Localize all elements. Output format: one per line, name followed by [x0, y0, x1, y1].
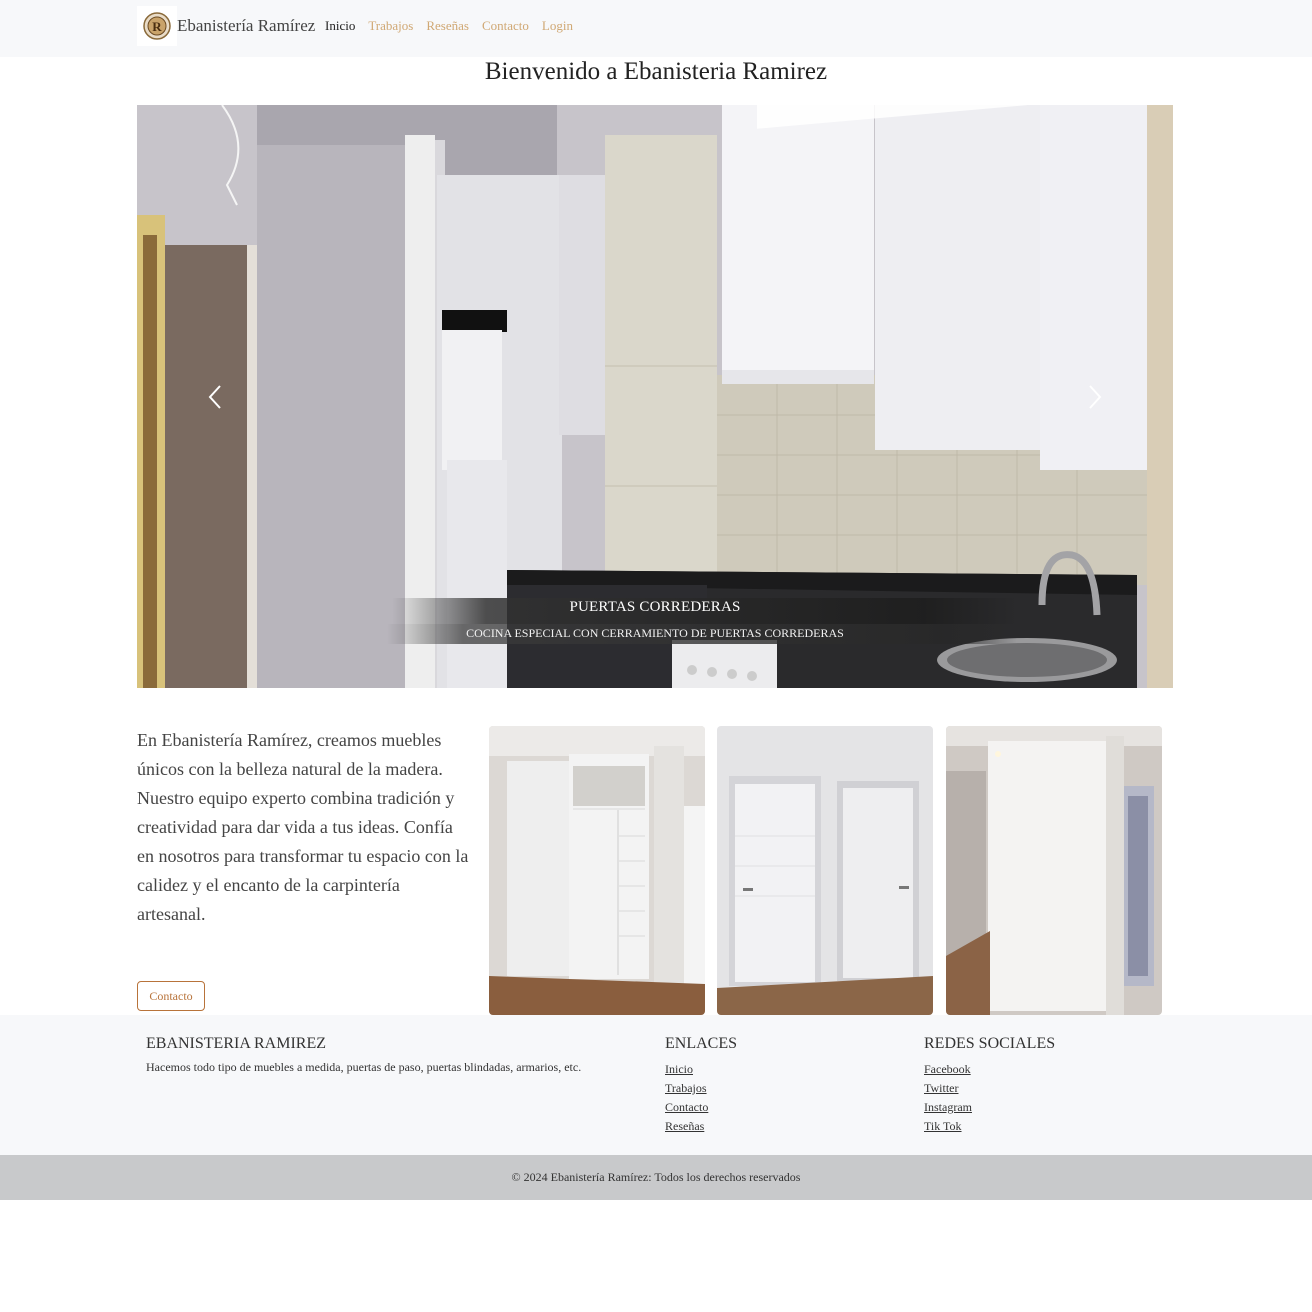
footer-link-tiktok[interactable]: Tik Tok [924, 1119, 962, 1133]
footer-link-instagram[interactable]: Instagram [924, 1100, 972, 1114]
nav-item-contacto[interactable]: Contacto [482, 18, 529, 34]
footer-social: REDES SOCIALES Facebook Twitter Instagra… [924, 1035, 1174, 1136]
carousel-prev-button[interactable] [195, 375, 235, 419]
footer-link-trabajos[interactable]: Trabajos [665, 1081, 707, 1095]
footer: EBANISTERIA RAMIREZ Hacemos todo tipo de… [0, 1015, 1312, 1155]
nav-item-login[interactable]: Login [542, 18, 573, 34]
footer-about-text: Hacemos todo tipo de muebles a medida, p… [146, 1060, 582, 1074]
nav-item-inicio[interactable]: Inicio [325, 18, 355, 34]
main-nav: Inicio Trabajos Reseñas Contacto Login [325, 18, 586, 34]
footer-links: ENLACES Inicio Trabajos Contacto Reseñas [665, 1035, 865, 1136]
nav-item-resenas[interactable]: Reseñas [426, 18, 469, 34]
footer-links-title: ENLACES [665, 1035, 737, 1052]
brand-name: Ebanistería Ramírez [177, 16, 316, 35]
footer-link-inicio[interactable]: Inicio [665, 1062, 693, 1076]
navbar: R Ebanistería Ramírez Inicio Trabajos Re… [0, 0, 1312, 57]
about-text: En Ebanistería Ramírez, creamos muebles … [137, 730, 469, 924]
footer-link-contacto[interactable]: Contacto [665, 1100, 708, 1114]
carousel-caption-subtitle: COCINA ESPECIAL CON CERRAMIENTO DE PUERT… [466, 626, 844, 640]
hero-carousel[interactable]: PUERTAS CORREDERAS COCINA ESPECIAL CON C… [137, 105, 1173, 688]
footer-link-facebook[interactable]: Facebook [924, 1062, 971, 1076]
carousel-next-button[interactable] [1075, 375, 1115, 419]
footer-about: EBANISTERIA RAMIREZ Hacemos todo tipo de… [146, 1035, 646, 1075]
footer-link-twitter[interactable]: Twitter [924, 1081, 958, 1095]
chevron-left-icon [208, 385, 221, 409]
gallery-image-closet[interactable] [946, 726, 1162, 1015]
gallery-image-wardrobe[interactable] [489, 726, 705, 1015]
carousel-caption-title: PUERTAS CORREDERAS [569, 599, 741, 615]
contact-button[interactable]: Contacto [137, 981, 205, 1011]
copyright-bar: © 2024 Ebanistería Ramírez: Todos los de… [0, 1155, 1312, 1200]
nav-item-trabajos[interactable]: Trabajos [368, 18, 413, 34]
chevron-right-icon [1089, 385, 1102, 409]
page-title: Bienvenido a Ebanisteria Ramirez [484, 58, 828, 85]
logo-icon: R [137, 6, 177, 46]
gallery-image-doors[interactable] [717, 726, 933, 1015]
footer-social-title: REDES SOCIALES [924, 1035, 1056, 1052]
brand-link[interactable]: R Ebanistería Ramírez [137, 6, 315, 46]
svg-text:R: R [152, 19, 162, 34]
footer-link-resenas[interactable]: Reseñas [665, 1119, 704, 1133]
footer-about-title: EBANISTERIA RAMIREZ [146, 1035, 326, 1052]
